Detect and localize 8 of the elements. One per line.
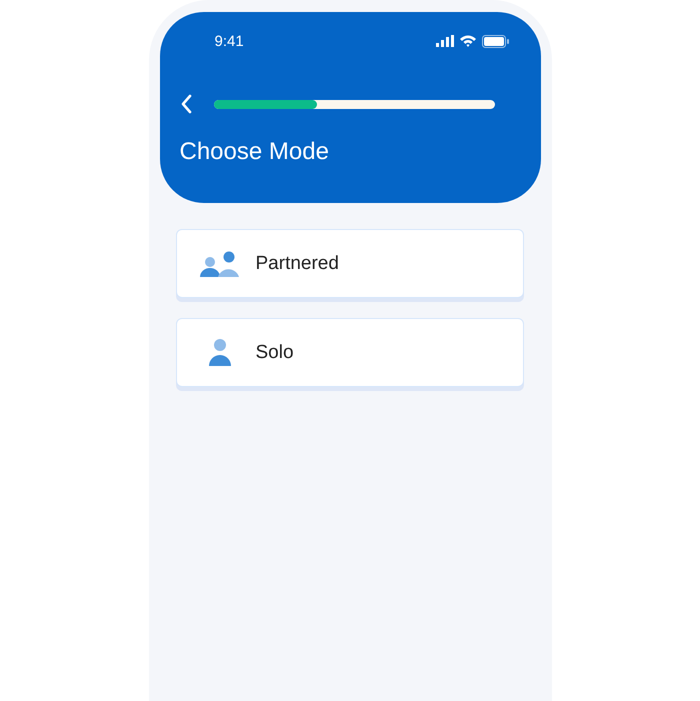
status-time: 9:41 [214, 32, 244, 50]
battery-icon [482, 34, 508, 48]
signal-icon [436, 35, 454, 47]
page-title: Choose Mode [180, 138, 330, 166]
person-icon [208, 339, 232, 366]
back-icon[interactable] [180, 94, 192, 114]
people-icon [200, 250, 240, 278]
wifi-icon [460, 35, 476, 47]
